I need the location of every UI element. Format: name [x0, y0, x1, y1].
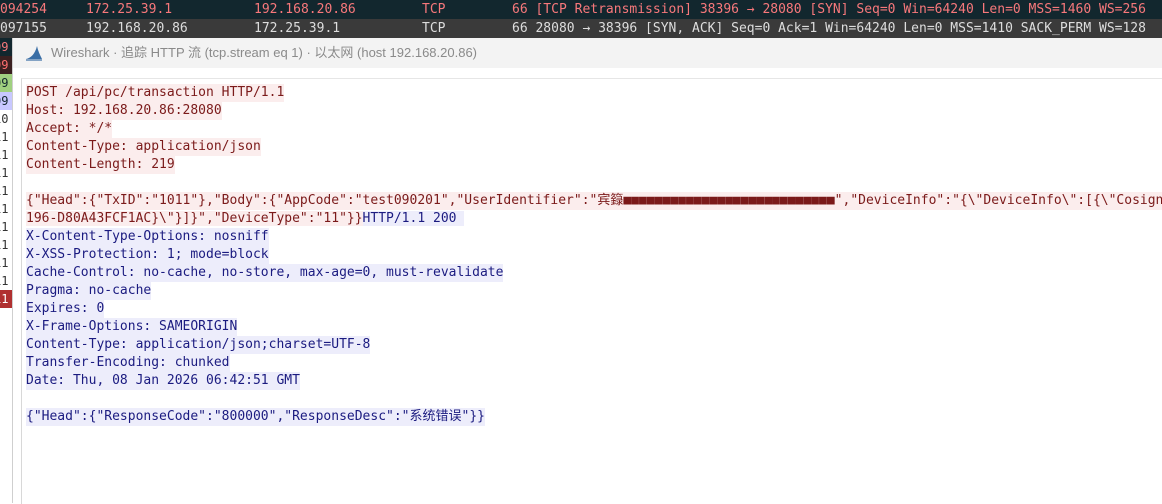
packet-row-edge[interactable]: 11	[0, 200, 12, 218]
packet-row-edge[interactable]: 09	[0, 74, 12, 92]
packet-number: 097155	[0, 21, 47, 36]
response-text: HTTP/1.1 200	[362, 211, 465, 226]
packet-list-left-edge: 090909091011111111111111111111	[0, 38, 12, 503]
packet-row-edge[interactable]: 11	[0, 182, 12, 200]
packet-protocol: TCP	[422, 21, 446, 36]
response-line: Date: Thu, 08 Jan 2026 06:42:51 GMT	[26, 372, 300, 390]
packet-list: 094254 172.25.39.1 192.168.20.86 TCP 66 …	[0, 0, 1162, 38]
packet-row-edge[interactable]: 11	[0, 164, 12, 182]
packet-info: 66 [TCP Retransmission] 38396 → 28080 [S…	[512, 2, 1146, 17]
stream-line: 196-D80A43FCF1AC}\"}]}","DeviceType":"11…	[26, 210, 465, 228]
wireshark-fin-icon	[26, 46, 42, 61]
response-line: X-Frame-Options: SAMEORIGIN	[26, 318, 238, 336]
request-line: POST /api/pc/transaction HTTP/1.1	[26, 84, 285, 102]
request-text: 196-D80A43FCF1AC}\"}]}","DeviceType":"11…	[26, 211, 363, 226]
packet-row-edge[interactable]: 11	[0, 146, 12, 164]
packet-row-edge[interactable]: 09	[0, 56, 12, 74]
response-line: X-Content-Type-Options: nosniff	[26, 228, 269, 246]
packet-destination: 172.25.39.1	[254, 21, 341, 36]
packet-row-edge[interactable]: 10	[0, 110, 12, 128]
packet-row-edge[interactable]: 09	[0, 38, 12, 56]
request-line: Accept: */*	[26, 120, 113, 138]
packet-row-edge[interactable]: 11	[0, 254, 12, 272]
response-line: Expires: 0	[26, 300, 105, 318]
packet-destination: 192.168.20.86	[254, 2, 356, 17]
packet-row-edge[interactable]: 11	[0, 236, 12, 254]
request-line: Content-Type: application/json	[26, 138, 261, 156]
packet-info: 66 28080 → 38396 [SYN, ACK] Seq=0 Ack=1 …	[512, 21, 1146, 36]
packet-row-edge[interactable]: 11	[0, 272, 12, 290]
response-line: Pragma: no-cache	[26, 282, 152, 300]
stream-content[interactable]: POST /api/pc/transaction HTTP/1.1 Host: 1…	[21, 78, 1162, 504]
request-line: {"Head":{"TxID":"1011"},"Body":{"AppCode…	[26, 192, 1162, 210]
packet-number: 094254	[0, 2, 47, 17]
request-line: Content-Length: 219	[26, 156, 175, 174]
packet-row-edge[interactable]: 11	[0, 128, 12, 146]
packet-row[interactable]: 097155 192.168.20.86 172.25.39.1 TCP 66 …	[0, 19, 1162, 38]
response-line: Content-Type: application/json;charset=U…	[26, 336, 371, 354]
follow-stream-dialog: Wireshark · 追踪 HTTP 流 (tcp.stream eq 1) …	[12, 38, 1162, 504]
request-line: Host: 192.168.20.86:28080	[26, 102, 222, 120]
packet-protocol: TCP	[422, 2, 446, 17]
packet-row-edge[interactable]: 09	[0, 92, 12, 110]
response-line: Cache-Control: no-cache, no-store, max-a…	[26, 264, 504, 282]
packet-source: 172.25.39.1	[86, 2, 173, 17]
packet-source: 192.168.20.86	[86, 21, 188, 36]
response-line: Transfer-Encoding: chunked	[26, 354, 230, 372]
response-line: X-XSS-Protection: 1; mode=block	[26, 246, 269, 264]
dialog-title: Wireshark · 追踪 HTTP 流 (tcp.stream eq 1) …	[51, 45, 477, 60]
packet-row-edge[interactable]: 11	[0, 290, 12, 308]
dialog-titlebar[interactable]: Wireshark · 追踪 HTTP 流 (tcp.stream eq 1) …	[13, 38, 1162, 68]
packet-row-edge[interactable]: 11	[0, 218, 12, 236]
response-line: {"Head":{"ResponseCode":"800000","Respon…	[26, 408, 485, 426]
packet-row[interactable]: 094254 172.25.39.1 192.168.20.86 TCP 66 …	[0, 0, 1162, 19]
